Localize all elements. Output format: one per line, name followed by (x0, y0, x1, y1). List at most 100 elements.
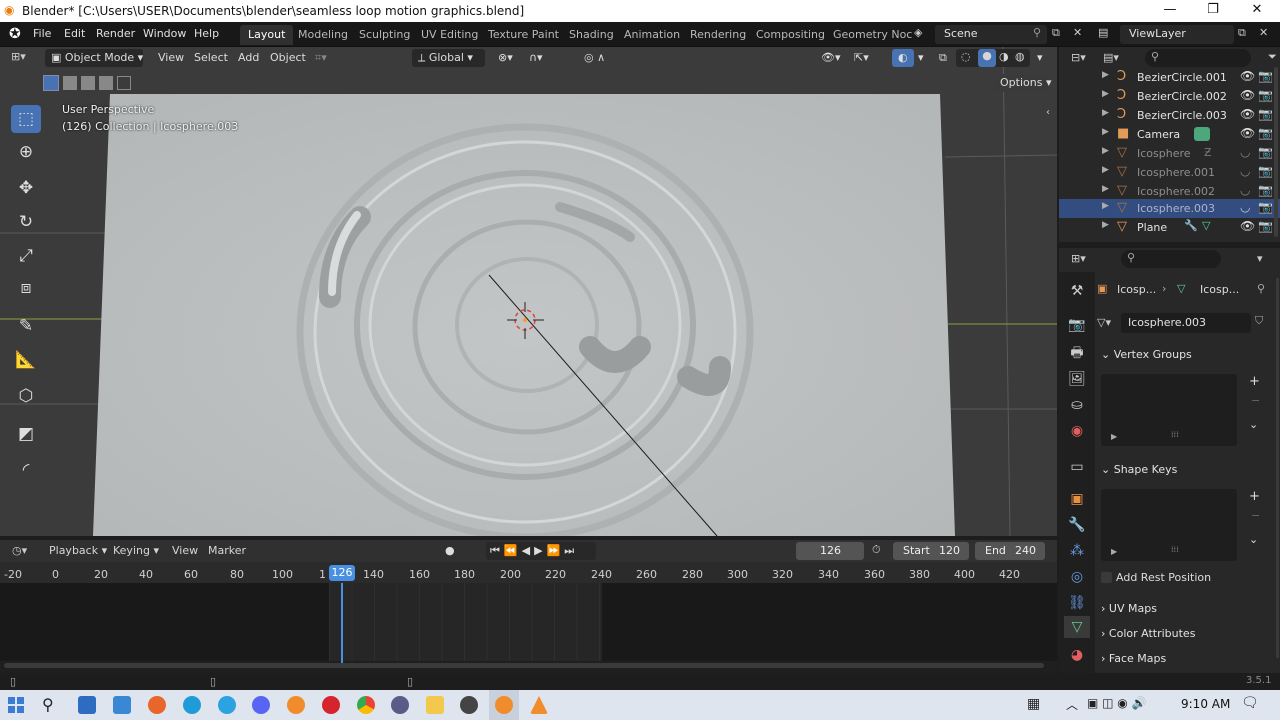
tray-icons[interactable]: ▣ ◫ ◉ 🔊 (1087, 696, 1147, 710)
menu-file[interactable]: File (33, 27, 51, 40)
remove-vertex-group-icon[interactable]: − (1251, 394, 1260, 407)
list-expand-icon[interactable]: ▶ (1111, 432, 1117, 441)
tab-animation[interactable]: Animation (616, 25, 688, 45)
pin-icon[interactable]: ⚲ (1033, 26, 1041, 39)
xray-icon[interactable]: ⧉ (933, 49, 953, 67)
object-tab-icon[interactable]: ▣ (1064, 488, 1090, 510)
particles-tab-icon[interactable]: ⁂ (1064, 540, 1090, 562)
properties-scrollbar[interactable] (1276, 278, 1279, 658)
menu-timeline-view[interactable]: View (172, 544, 198, 557)
tab-modeling[interactable]: Modeling (290, 25, 356, 45)
eye-icon[interactable]: 👁 (1240, 69, 1255, 83)
outliner-row[interactable]: ▶ ▽ Icosphere.001 ◡ 📷 (1059, 163, 1280, 182)
shape-keys-list[interactable]: ▶ ⁞⁞⁞ (1101, 489, 1237, 561)
expand-icon[interactable]: ▶ (1102, 146, 1109, 156)
chrome-icon[interactable] (357, 696, 375, 714)
menu-marker[interactable]: Marker (208, 544, 246, 557)
render-camera-icon[interactable]: 📷 (1258, 88, 1273, 102)
tab-geometry-nodes[interactable]: Geometry Noc (825, 25, 920, 45)
eye-hidden-icon[interactable]: ◡ (1240, 164, 1250, 178)
scene-tab-icon[interactable]: ⛀ (1064, 394, 1090, 416)
keyboard-layout-icon[interactable]: ▦ (1027, 696, 1040, 712)
tab-shading[interactable]: Shading (561, 25, 622, 45)
outliner-editor-icon[interactable]: ⊟▾ (1071, 51, 1086, 64)
stopwatch-icon[interactable]: ⏱ (872, 543, 881, 557)
maximize-button[interactable]: ❐ (1205, 2, 1221, 17)
selection-mode-buttons[interactable] (43, 75, 131, 93)
render-camera-icon[interactable]: 📷 (1258, 69, 1273, 83)
snap-icon[interactable]: ∩▾ (523, 49, 549, 67)
list-expand-icon[interactable]: ▶ (1111, 547, 1117, 556)
blender-active-icon[interactable] (495, 696, 513, 714)
properties-editor-icon[interactable]: ⊞▾ (1071, 252, 1086, 265)
tab-layout[interactable]: Layout (240, 25, 294, 45)
outliner-row[interactable]: ▶ ▽ Plane 🔧 ▽ 👁 📷 (1059, 218, 1280, 237)
measure-tool-icon[interactable]: 📐 (11, 346, 41, 374)
timeline-ruler[interactable] (0, 562, 1057, 583)
annotate-tool-icon[interactable]: ✎ (11, 312, 41, 340)
new-viewlayer-icon[interactable]: ⧉ (1238, 26, 1246, 40)
outliner-search-input[interactable]: ⚲ (1145, 49, 1251, 67)
mail-icon[interactable] (113, 696, 131, 714)
expand-icon[interactable]: ▶ (1102, 108, 1109, 118)
visibility-icon[interactable]: 👁▾ (815, 49, 847, 67)
physics-tab-icon[interactable]: ◎ (1064, 566, 1090, 588)
remove-shape-key-icon[interactable]: − (1251, 509, 1260, 522)
fake-user-shield-icon[interactable]: ⛉ (1255, 314, 1263, 328)
wireframe-shading-icon[interactable]: ◌ (961, 50, 971, 63)
add-shape-key-icon[interactable]: + (1249, 489, 1260, 504)
menu-help[interactable]: Help (194, 27, 219, 40)
render-tab-icon[interactable]: 📷 (1064, 314, 1090, 336)
properties-editor[interactable]: ⊞▾ ⚲ ▾ ⚒ 📷 🖶 🖼 ⛀ ◉ ▭ ▣ 🔧 ⁂ ◎ ⛓ ▽ ◕ ▣ Ico… (1059, 248, 1280, 674)
orientation-dropdown[interactable]: ⟂ Global ▾ (412, 49, 485, 67)
expand-icon[interactable]: ▶ (1102, 165, 1109, 175)
rendered-shading-icon[interactable]: ◍ (1015, 50, 1025, 63)
tab-rendering[interactable]: Rendering (682, 25, 754, 45)
add-rest-position-checkbox[interactable] (1101, 572, 1112, 583)
add-vertex-group-icon[interactable]: + (1249, 374, 1260, 389)
view-layer-tab-icon[interactable]: 🖼 (1064, 368, 1090, 390)
menu-keying[interactable]: Keying ▾ (113, 544, 159, 557)
expand-icon[interactable]: ▶ (1102, 184, 1109, 194)
viewlayer-icon[interactable]: ▤ (1098, 26, 1108, 39)
camera-data-icon[interactable] (1194, 127, 1210, 141)
timeline-editor-icon[interactable]: ◷▾ (12, 544, 27, 557)
viewlayer-field[interactable]: ViewLayer (1120, 25, 1234, 44)
tab-uv-editing[interactable]: UV Editing (413, 25, 486, 45)
add-cube-tool-icon[interactable]: ⬡ (11, 382, 41, 410)
vlc-icon[interactable] (530, 696, 548, 714)
display-mode-icon[interactable]: ▤▾ (1103, 51, 1119, 64)
eye-hidden-icon[interactable]: ◡ (1240, 200, 1250, 214)
snap-toggle-icon[interactable]: ⌗▾ (309, 49, 333, 67)
expand-icon[interactable]: ▶ (1102, 201, 1109, 211)
expand-icon[interactable]: ▶ (1102, 127, 1109, 137)
properties-search-input[interactable]: ⚲ (1121, 250, 1221, 268)
menu-view[interactable]: View (152, 49, 190, 67)
search-icon[interactable]: ⚲ (42, 695, 54, 714)
overlays-dropdown-icon[interactable]: ▾ (912, 49, 930, 67)
outliner-row[interactable]: ▶ Ͻ BezierCircle.002 👁 📷 (1059, 87, 1280, 106)
cursor-tool-icon[interactable]: ⊕ (11, 138, 41, 166)
list-resize-grip-icon[interactable]: ⁞⁞⁞ (1171, 545, 1179, 554)
select-new-icon[interactable] (43, 75, 59, 91)
select-box-tool-icon[interactable]: ⬚ (11, 105, 41, 133)
new-scene-icon[interactable]: ⧉ (1052, 26, 1060, 40)
uv-maps-panel-header[interactable]: › UV Maps (1101, 602, 1269, 624)
menu-add[interactable]: Add (232, 49, 265, 67)
output-tab-icon[interactable]: 🖶 (1064, 342, 1090, 364)
start-frame-field[interactable]: Start 120 (893, 542, 969, 560)
curve-tool-icon[interactable]: ◜ (11, 456, 41, 484)
select-intersect-icon[interactable] (117, 76, 131, 90)
render-camera-icon[interactable]: 📷 (1258, 107, 1273, 121)
telegram-icon[interactable] (218, 696, 236, 714)
play-reverse-icon[interactable]: ◀ (522, 544, 534, 557)
world-tab-icon[interactable]: ◉ (1064, 420, 1090, 442)
render-camera-icon[interactable]: 📷 (1258, 200, 1273, 214)
file-explorer-icon[interactable] (426, 696, 444, 714)
vertex-group-menu-icon[interactable]: ⌄ (1249, 418, 1258, 431)
scene-selector-icon[interactable]: ◈ (914, 26, 922, 39)
material-tab-icon[interactable]: ◕ (1064, 644, 1090, 666)
editor-type-icon[interactable]: ⊞▾ (11, 50, 26, 63)
eye-icon[interactable]: 👁 (1240, 126, 1255, 140)
clock-time[interactable]: 9:10 AM (1181, 697, 1230, 711)
